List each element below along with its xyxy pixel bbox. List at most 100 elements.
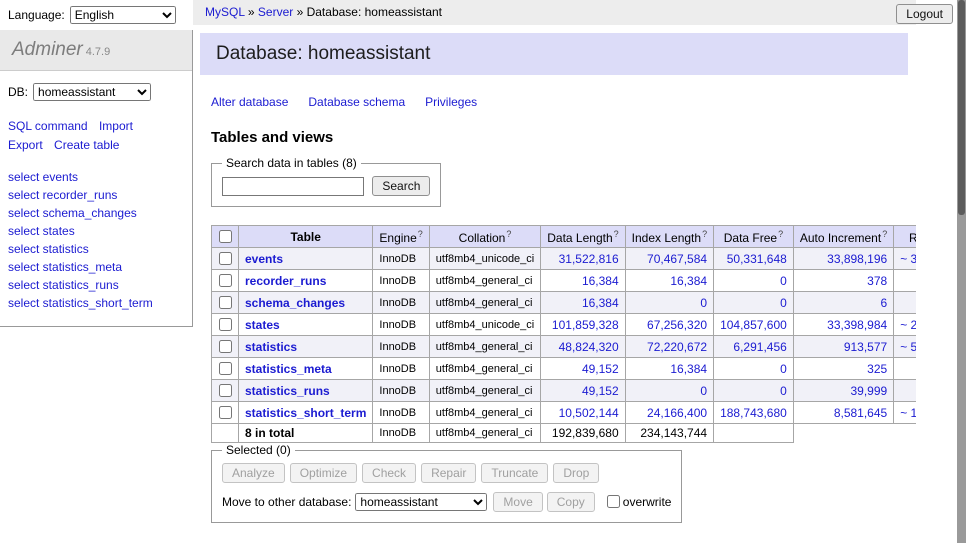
selected-legend: Selected (0) <box>222 443 295 457</box>
language-select[interactable]: English <box>70 6 176 24</box>
row-checkbox[interactable] <box>219 340 232 353</box>
table-name-cell: schema_changes <box>239 292 373 314</box>
auto-increment-cell: 913,577 <box>793 336 893 358</box>
repair-button[interactable]: Repair <box>421 463 476 483</box>
sidebar-table-link[interactable]: select statistics <box>8 240 184 258</box>
table-name-link[interactable]: statistics <box>245 340 297 354</box>
data-free-cell: 6,291,456 <box>714 336 794 358</box>
db-nav-alter-database[interactable]: Alter database <box>211 95 288 109</box>
row-checkbox[interactable] <box>219 384 232 397</box>
check-button[interactable]: Check <box>362 463 416 483</box>
help-link[interactable]: ? <box>778 229 783 239</box>
db-nav-database-schema[interactable]: Database schema <box>308 95 405 109</box>
sidebar-action-sql-command[interactable]: SQL command <box>8 119 88 133</box>
index-length-cell: 24,166,400 <box>625 402 713 424</box>
table-name-link[interactable]: statistics_meta <box>245 362 332 376</box>
rows-cell: ~ 569,159 <box>894 336 916 358</box>
breadcrumb-link[interactable]: Server <box>258 5 293 19</box>
sidebar-table-link[interactable]: select recorder_runs <box>8 186 184 204</box>
logout-button[interactable]: Logout <box>896 4 953 24</box>
move-db-select[interactable]: homeassistant <box>355 493 487 511</box>
table-name-cell: states <box>239 314 373 336</box>
column-header-dlen: Data Length? <box>541 226 625 248</box>
collation-cell: utf8mb4_unicode_ci <box>429 248 540 270</box>
overwrite-label: overwrite <box>623 495 672 509</box>
index-length-cell: 16,384 <box>625 270 713 292</box>
column-header-dfree: Data Free? <box>714 226 794 248</box>
db-nav-privileges[interactable]: Privileges <box>425 95 477 109</box>
analyze-button[interactable]: Analyze <box>222 463 285 483</box>
table-header-row: TableEngine?Collation?Data Length?Index … <box>212 226 917 248</box>
help-link[interactable]: ? <box>614 229 619 239</box>
sidebar-action-export[interactable]: Export <box>8 138 43 152</box>
engine-cell: InnoDB <box>373 292 429 314</box>
index-length-cell: 67,256,320 <box>625 314 713 336</box>
sidebar-action-create-table[interactable]: Create table <box>54 138 119 152</box>
table-name-cell: statistics_short_term <box>239 402 373 424</box>
table-row: statistics_metaInnoDButf8mb4_general_ci4… <box>212 358 917 380</box>
page-title: Database: homeassistant <box>200 33 908 75</box>
row-checkbox[interactable] <box>219 406 232 419</box>
row-checkbox[interactable] <box>219 252 232 265</box>
sidebar-table-link[interactable]: select schema_changes <box>8 204 184 222</box>
sidebar-table-links: select eventsselect recorder_runsselect … <box>8 168 184 312</box>
row-checkbox[interactable] <box>219 274 232 287</box>
row-checkbox[interactable] <box>219 318 232 331</box>
help-link[interactable]: ? <box>702 229 707 239</box>
index-length-cell: 16,384 <box>625 358 713 380</box>
help-link[interactable]: ? <box>506 229 511 239</box>
sidebar-table-link[interactable]: select statistics_runs <box>8 276 184 294</box>
engine-cell: InnoDB <box>373 402 429 424</box>
move-button[interactable]: Move <box>493 492 542 512</box>
data-free-cell: 0 <box>714 380 794 402</box>
truncate-button[interactable]: Truncate <box>481 463 548 483</box>
optimize-button[interactable]: Optimize <box>290 463 357 483</box>
search-button[interactable]: Search <box>372 176 430 196</box>
search-fieldset: Search data in tables (8) Search <box>211 156 441 207</box>
table-name-link[interactable]: states <box>245 318 280 332</box>
sidebar-action-import[interactable]: Import <box>99 119 133 133</box>
column-header-rows: Rows? <box>894 226 916 248</box>
row-check-cell <box>212 292 239 314</box>
table-name-link[interactable]: schema_changes <box>245 296 345 310</box>
main-content: Alter databaseDatabase schemaPrivileges … <box>193 75 916 543</box>
tables-heading: Tables and views <box>211 129 916 146</box>
row-checkbox[interactable] <box>219 362 232 375</box>
vertical-scrollbar[interactable] <box>957 0 966 543</box>
index-length-cell: 0 <box>625 292 713 314</box>
search-input[interactable] <box>222 177 364 196</box>
table-name-cell: events <box>239 248 373 270</box>
selected-fieldset: Selected (0) AnalyzeOptimizeCheckRepairT… <box>211 443 682 523</box>
db-selector-row: DB:homeassistant <box>0 71 192 105</box>
help-link[interactable]: ? <box>882 229 887 239</box>
table-row: statisticsInnoDButf8mb4_general_ci48,824… <box>212 336 917 358</box>
column-header-autoinc: Auto Increment? <box>793 226 893 248</box>
overwrite-checkbox[interactable] <box>607 495 620 508</box>
sidebar-table-link[interactable]: select statistics_short_term <box>8 294 184 312</box>
scrollbar-thumb[interactable] <box>958 0 965 215</box>
select-all-checkbox[interactable] <box>219 230 232 243</box>
language-row: Language:English <box>0 0 193 30</box>
row-check-cell <box>212 270 239 292</box>
table-name-link[interactable]: statistics_short_term <box>245 406 366 420</box>
help-link[interactable]: ? <box>418 229 423 239</box>
table-name-cell: statistics <box>239 336 373 358</box>
sidebar-table-link[interactable]: select events <box>8 168 184 186</box>
sidebar-table-link[interactable]: select states <box>8 222 184 240</box>
drop-button[interactable]: Drop <box>553 463 599 483</box>
table-name-link[interactable]: events <box>245 252 283 266</box>
column-header-table: Table <box>239 226 373 248</box>
sidebar-table-link[interactable]: select statistics_meta <box>8 258 184 276</box>
table-name-cell: recorder_runs <box>239 270 373 292</box>
move-row: Move to other database:homeassistantMove… <box>222 492 671 512</box>
search-legend: Search data in tables (8) <box>222 156 361 170</box>
row-checkbox[interactable] <box>219 296 232 309</box>
table-name-link[interactable]: statistics_runs <box>245 384 330 398</box>
breadcrumb-link[interactable]: MySQL <box>205 5 245 19</box>
rows-cell: ~ 299,833 <box>894 314 916 336</box>
copy-button[interactable]: Copy <box>547 492 595 512</box>
table-name-link[interactable]: recorder_runs <box>245 274 326 288</box>
overwrite-option: overwrite <box>603 495 672 509</box>
db-select[interactable]: homeassistant <box>33 83 151 101</box>
total-engine: InnoDB <box>373 424 429 443</box>
